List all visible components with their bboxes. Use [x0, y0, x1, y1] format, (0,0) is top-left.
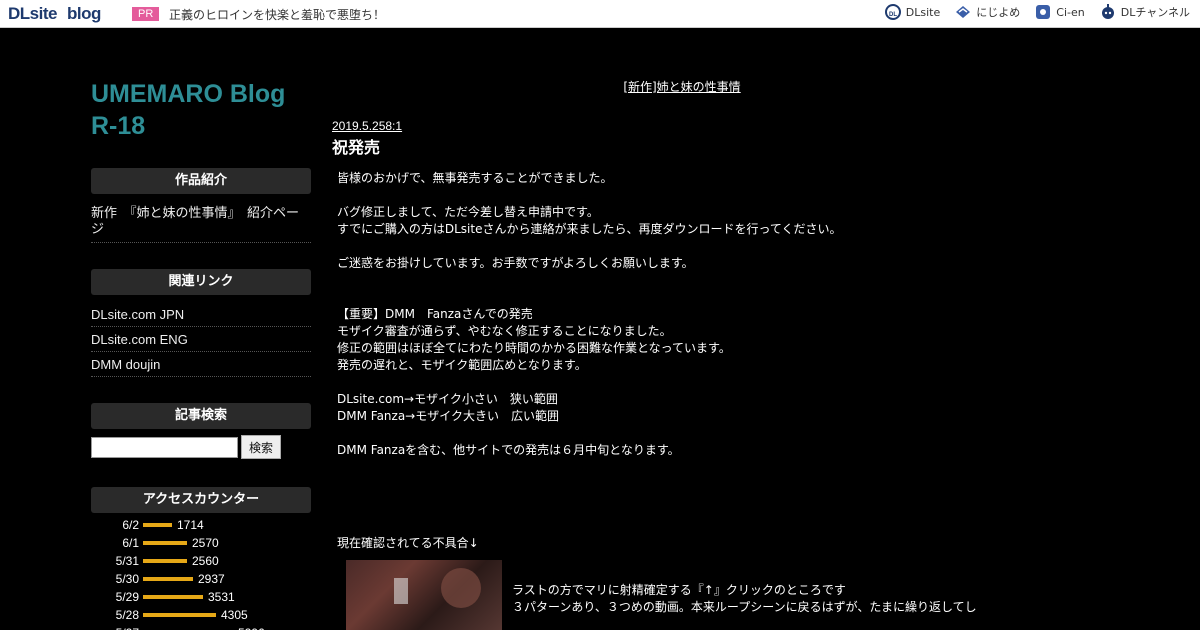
counter-bar [143, 595, 203, 599]
post-date[interactable]: 2019.5.258:1 [332, 119, 1032, 133]
link-dlsite-jpn[interactable]: DLsite.com JPN [91, 302, 311, 327]
pr-badge: PR [132, 7, 160, 21]
post-line: ご迷惑をお掛けしています。お手数ですがよろしくお願いします。 [337, 256, 694, 270]
access-counter: 6/2 1714 6/1 2570 5/31 2560 5/30 2937 5/29 3531 5/… [91, 516, 311, 630]
post-line: DMM Fanza→モザイク大きい 広い範囲 [337, 409, 559, 423]
dlchannel-icon [1099, 3, 1117, 21]
link-dlsite-eng[interactable]: DLsite.com ENG [91, 327, 311, 352]
links-heading: 関連リンク [91, 269, 311, 295]
cien-link-label: Ci-en [1056, 5, 1085, 19]
counter-row: 5/27 5296 [91, 624, 311, 630]
counter-count: 2937 [198, 572, 225, 586]
nijiyome-link-label: にじよめ [976, 6, 1021, 19]
counter-bar [143, 577, 193, 581]
works-heading: 作品紹介 [91, 168, 311, 194]
counter-date: 5/27 [116, 626, 139, 630]
logo-dlsite-text: DLsite [8, 4, 57, 23]
post-line: 修正の範囲はほぼ全てにわたり時間のかかる困難な作業となっています。 [337, 341, 731, 355]
counter-bar [143, 559, 187, 563]
post-line: 現在確認されてる不具合↓ [337, 536, 479, 550]
post-line: ３パターンあり、３つめの動画。本来ループシーンに戻るはずが、たまに繰り返してし [512, 600, 977, 614]
post-body: 皆様のおかげで、無事発売することができました。 バグ修正しまして、ただ今差し替え… [332, 170, 1032, 552]
counter-count: 3531 [208, 590, 235, 604]
link-dmm-doujin[interactable]: DMM doujin [91, 352, 311, 377]
dlchannel-link-label: DLチャンネル [1120, 6, 1190, 19]
counter-row: 5/30 2937 [91, 570, 311, 588]
counter-count: 1714 [177, 518, 204, 532]
counter-row: 5/31 2560 [91, 552, 311, 570]
svg-text:DL: DL [889, 12, 897, 18]
bug-report-row: ラストの方でマリに射精確定する『↑』クリックのところです ３パターンあり、３つめ… [332, 560, 1032, 630]
post-line: 皆様のおかげで、無事発売することができました。 [337, 171, 613, 185]
main-content: [新作]姉と妹の性事情 2019.5.258:1 祝発売 皆様のおかげで、無事発… [332, 78, 1032, 630]
dlsite-blog-logo[interactable]: DLsite blog [8, 4, 101, 24]
counter-heading: アクセスカウンター [91, 487, 311, 513]
counter-count: 5296 [238, 626, 265, 630]
dlchannel-link[interactable]: DLチャンネル [1099, 3, 1190, 21]
cien-icon [1034, 3, 1052, 21]
cien-link[interactable]: Ci-en [1034, 3, 1085, 21]
search-input[interactable] [91, 436, 238, 458]
counter-date: 6/2 [122, 518, 139, 532]
new-work-link[interactable]: [新作]姉と妹の性事情 [623, 80, 740, 94]
works-list: 新作 『姉と妹の性事情』 紹介ページ [91, 201, 311, 243]
counter-bar [143, 541, 187, 545]
counter-bar [143, 523, 172, 527]
post-line: 【重要】DMM Fanzaさんでの発売 [337, 307, 533, 321]
bug-description: ラストの方でマリに射精確定する『↑』クリックのところです ３パターンあり、３つめ… [512, 582, 977, 630]
nijiyome-link[interactable]: にじよめ [954, 3, 1020, 21]
blog-title[interactable]: UMEMARO Blog R-18 [91, 78, 311, 142]
service-links: DL DLsite にじよめ Ci-en DLチャンネル [884, 3, 1190, 21]
new-work-banner: [新作]姉と妹の性事情 [332, 78, 1032, 95]
counter-date: 5/31 [115, 554, 139, 568]
dlsite-icon: DL [884, 3, 902, 21]
counter-count: 2570 [192, 536, 219, 550]
dlsite-link[interactable]: DL DLsite [884, 3, 940, 21]
works-item-new[interactable]: 新作 『姉と妹の性事情』 紹介ページ [91, 201, 311, 243]
post-line: すでにご購入の方はDLsiteさんから連絡が来ましたら、再度ダウンロードを行って… [337, 222, 842, 236]
counter-date: 5/30 [115, 572, 139, 586]
search-button[interactable]: 検索 [241, 435, 282, 459]
counter-date: 6/1 [122, 536, 139, 550]
counter-count: 4305 [221, 608, 248, 622]
post-title: 祝発売 [332, 138, 381, 157]
post-line: 発売の遅れと、モザイク範囲広めとなります。 [337, 358, 587, 372]
pr-ad-link[interactable]: 正義のヒロインを快楽と羞恥で悪堕ち！ [169, 6, 385, 23]
dlsite-topbar: DLsite blog PR 正義のヒロインを快楽と羞恥で悪堕ち！ DL DLsi… [0, 0, 1200, 28]
screenshot-thumbnail[interactable] [346, 560, 502, 630]
nijiyome-icon [954, 3, 972, 21]
counter-row: 5/28 4305 [91, 606, 311, 624]
search-form: 検索 [91, 435, 311, 459]
counter-date: 5/28 [115, 608, 139, 622]
counter-bar [143, 613, 216, 617]
links-list: DLsite.com JPN DLsite.com ENG DMM doujin [91, 302, 311, 377]
sidebar: UMEMARO Blog R-18 作品紹介 新作 『姉と妹の性事情』 紹介ペー… [91, 78, 311, 630]
dlsite-link-label: DLsite [905, 5, 941, 19]
counter-count: 2560 [192, 554, 219, 568]
counter-row: 6/1 2570 [91, 534, 311, 552]
counter-date: 5/29 [115, 590, 139, 604]
search-heading: 記事検索 [91, 403, 311, 429]
post-line: ラストの方でマリに射精確定する『↑』クリックのところです [512, 583, 846, 597]
counter-row: 5/29 3531 [91, 588, 311, 606]
post-line: DLsite.com→モザイク小さい 狭い範囲 [337, 392, 558, 406]
logo-blog-text: blog [66, 4, 101, 23]
post-line: モザイク審査が通らず、やむなく修正することになりました。 [337, 324, 672, 338]
post-line: バグ修正しまして、ただ今差し替え申請中です。 [337, 205, 599, 219]
post-line: DMM Fanzaを含む、他サイトでの発売は６月中旬となります。 [337, 443, 680, 457]
counter-row: 6/2 1714 [91, 516, 311, 534]
